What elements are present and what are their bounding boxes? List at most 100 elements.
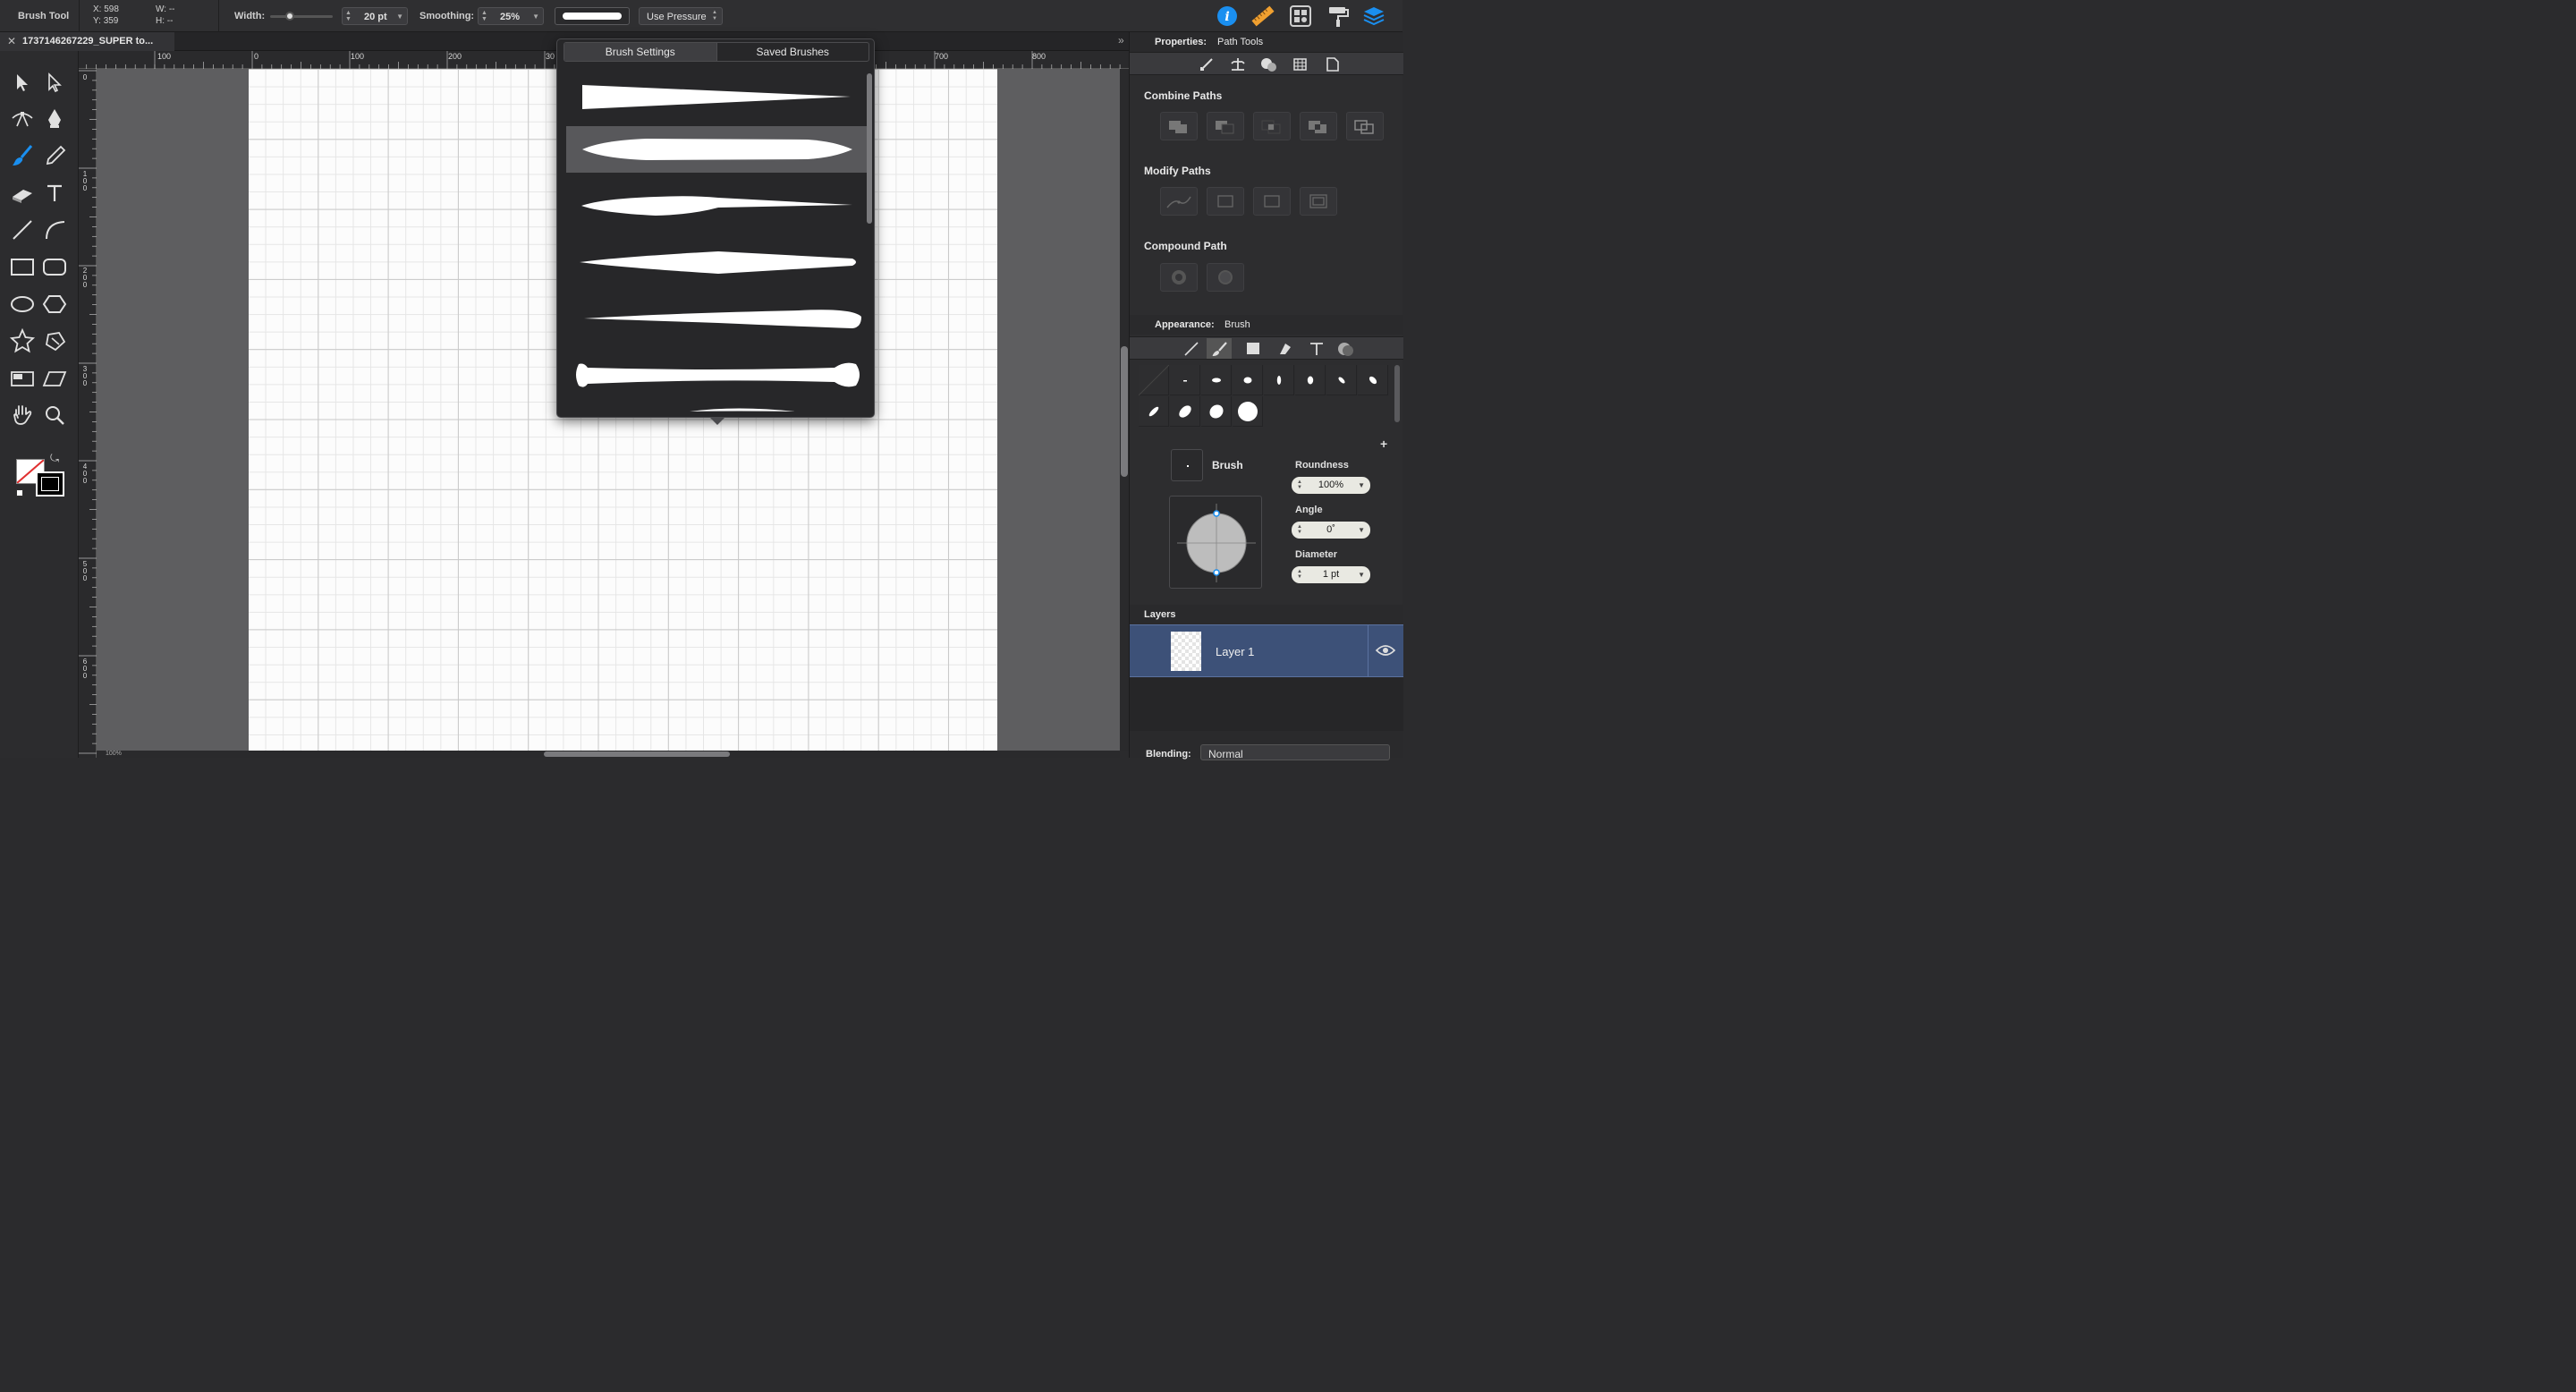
- rectangle-tool-icon[interactable]: [9, 253, 36, 280]
- stepper-arrows-icon[interactable]: ▲ ▼: [1297, 480, 1302, 490]
- brush-tip[interactable]: [1233, 365, 1263, 395]
- brush-preset[interactable]: [566, 352, 867, 398]
- smoothing-field[interactable]: ▲ ▼ 25% ▼: [478, 7, 544, 25]
- subtract-button[interactable]: [1207, 112, 1244, 140]
- vertical-scrollbar[interactable]: [1120, 69, 1129, 751]
- brush-roundness-editor[interactable]: [1169, 496, 1262, 589]
- text-tool-icon[interactable]: [41, 180, 68, 207]
- chevron-down-icon[interactable]: ▼: [1358, 566, 1365, 583]
- polygon-tool-icon[interactable]: [41, 291, 68, 318]
- chevron-down-icon[interactable]: ▼: [1358, 477, 1365, 494]
- chevron-down-icon[interactable]: ▼: [532, 13, 539, 21]
- layer-row[interactable]: Layer 1: [1130, 624, 1403, 677]
- add-brush-tip-button[interactable]: +: [1380, 437, 1387, 451]
- roundness-field[interactable]: ▲ ▼ 100% ▼: [1292, 477, 1370, 494]
- stepper-arrows-icon[interactable]: ▲ ▼: [345, 10, 352, 22]
- direct-select-arrow-icon[interactable]: [41, 69, 68, 96]
- brush-preset-selected[interactable]: [566, 126, 867, 173]
- line-style-icon[interactable]: [1180, 338, 1203, 359]
- brush-style-icon[interactable]: [1207, 338, 1232, 359]
- swap-colors-icon[interactable]: ⤿: [50, 452, 59, 465]
- exclude-button[interactable]: [1300, 112, 1337, 140]
- angle-field[interactable]: ▲ ▼ 0˚ ▼: [1292, 522, 1370, 539]
- skew-tool-icon[interactable]: [41, 365, 68, 392]
- make-compound-button[interactable]: [1160, 263, 1198, 292]
- brush-tip-none[interactable]: [1138, 364, 1170, 396]
- double-chevron-right-icon[interactable]: »: [1118, 34, 1124, 47]
- diameter-field[interactable]: ▲ ▼ 1 pt ▼: [1292, 566, 1370, 583]
- paint-roller-icon[interactable]: [1326, 4, 1351, 29]
- tab-saved-brushes[interactable]: Saved Brushes: [717, 43, 869, 61]
- pen-tool-icon[interactable]: [41, 106, 68, 132]
- intersect-button[interactable]: [1253, 112, 1291, 140]
- brush-tip[interactable]: [1201, 365, 1232, 395]
- eraser-tool-icon[interactable]: [9, 180, 36, 207]
- line-tool-icon[interactable]: [9, 216, 36, 243]
- use-pressure-dropdown[interactable]: Use Pressure ▲ ▼: [639, 7, 723, 25]
- document-tab[interactable]: ✕ 1737146267229_SUPER to...: [0, 32, 174, 51]
- fill-style-icon[interactable]: [1241, 338, 1265, 359]
- brush-tip[interactable]: [1326, 365, 1357, 395]
- brush-tool-icon[interactable]: [9, 142, 36, 169]
- pencil-tool-icon[interactable]: [41, 142, 68, 169]
- width-field[interactable]: ▲ ▼ 20 pt ▼: [342, 7, 408, 25]
- grid-view-icon[interactable]: [1288, 4, 1313, 29]
- chevron-down-icon[interactable]: ▼: [396, 13, 403, 21]
- brush-tip-scrollbar[interactable]: [1394, 365, 1400, 422]
- tab-brush-settings[interactable]: Brush Settings: [564, 43, 716, 61]
- stepper-arrows-icon[interactable]: ▲ ▼: [1297, 569, 1302, 580]
- eye-icon[interactable]: [1375, 643, 1396, 658]
- ruler-icon[interactable]: [1250, 4, 1275, 29]
- stepper-arrows-icon[interactable]: ▲ ▼: [481, 10, 487, 22]
- stroke-properties-icon[interactable]: [1195, 54, 1218, 74]
- brush-preset[interactable]: [566, 70, 867, 116]
- anchor-tool-icon[interactable]: [9, 106, 36, 132]
- layers-icon[interactable]: [1361, 4, 1386, 29]
- brush-preset[interactable]: [566, 239, 867, 285]
- vertical-scroll-thumb[interactable]: [1121, 346, 1128, 477]
- align-icon[interactable]: [1226, 54, 1250, 74]
- brush-tip[interactable]: [1264, 365, 1294, 395]
- close-icon[interactable]: ✕: [7, 35, 16, 47]
- arc-tool-icon[interactable]: [41, 216, 68, 243]
- brush-tip[interactable]: [1201, 396, 1232, 427]
- effects-icon[interactable]: [1335, 338, 1359, 359]
- ellipse-tool-icon[interactable]: [9, 291, 36, 318]
- star-tool-icon[interactable]: [9, 327, 36, 354]
- eraser-style-icon[interactable]: [1274, 338, 1297, 359]
- brush-tip[interactable]: [1139, 396, 1169, 427]
- popover-scroll-thumb[interactable]: [867, 73, 872, 224]
- union-button[interactable]: [1160, 112, 1198, 140]
- hand-tool-icon[interactable]: [9, 402, 36, 429]
- brush-tip[interactable]: [1170, 365, 1200, 395]
- outline-stroke-button[interactable]: [1253, 187, 1291, 216]
- brush-preview-button[interactable]: [555, 7, 630, 25]
- brush-preset[interactable]: [566, 408, 867, 412]
- horizontal-scroll-thumb[interactable]: [544, 751, 730, 757]
- width-slider[interactable]: [270, 12, 333, 21]
- popover-scrollbar[interactable]: [867, 73, 872, 412]
- document-icon[interactable]: [1320, 54, 1343, 74]
- release-compound-button[interactable]: [1207, 263, 1244, 292]
- brush-preset[interactable]: [566, 295, 867, 342]
- chevron-down-icon[interactable]: ▼: [1358, 522, 1365, 539]
- zoom-tool-icon[interactable]: [41, 402, 68, 429]
- brush-preset[interactable]: [566, 182, 867, 229]
- rounded-rectangle-tool-icon[interactable]: [41, 253, 68, 280]
- width-slider-thumb[interactable]: [285, 12, 294, 21]
- offset-path-button[interactable]: [1300, 187, 1337, 216]
- text-style-icon[interactable]: [1305, 338, 1328, 359]
- transform-shape-tool-icon[interactable]: [41, 327, 68, 354]
- grid-icon[interactable]: [1289, 54, 1312, 74]
- stepper-arrows-icon[interactable]: ▲ ▼: [1297, 524, 1302, 535]
- brush-tip[interactable]: [1233, 396, 1263, 427]
- brush-tip[interactable]: [1295, 365, 1326, 395]
- smooth-path-button[interactable]: [1160, 187, 1198, 216]
- brush-tip[interactable]: [1358, 365, 1388, 395]
- brush-tip[interactable]: [1170, 396, 1200, 427]
- select-arrow-icon[interactable]: [9, 69, 36, 96]
- info-icon[interactable]: i: [1215, 4, 1240, 29]
- horizontal-scrollbar[interactable]: 100%: [97, 751, 1120, 758]
- blending-mode-select[interactable]: Normal: [1200, 744, 1390, 760]
- stroke-swatch[interactable]: [36, 471, 64, 497]
